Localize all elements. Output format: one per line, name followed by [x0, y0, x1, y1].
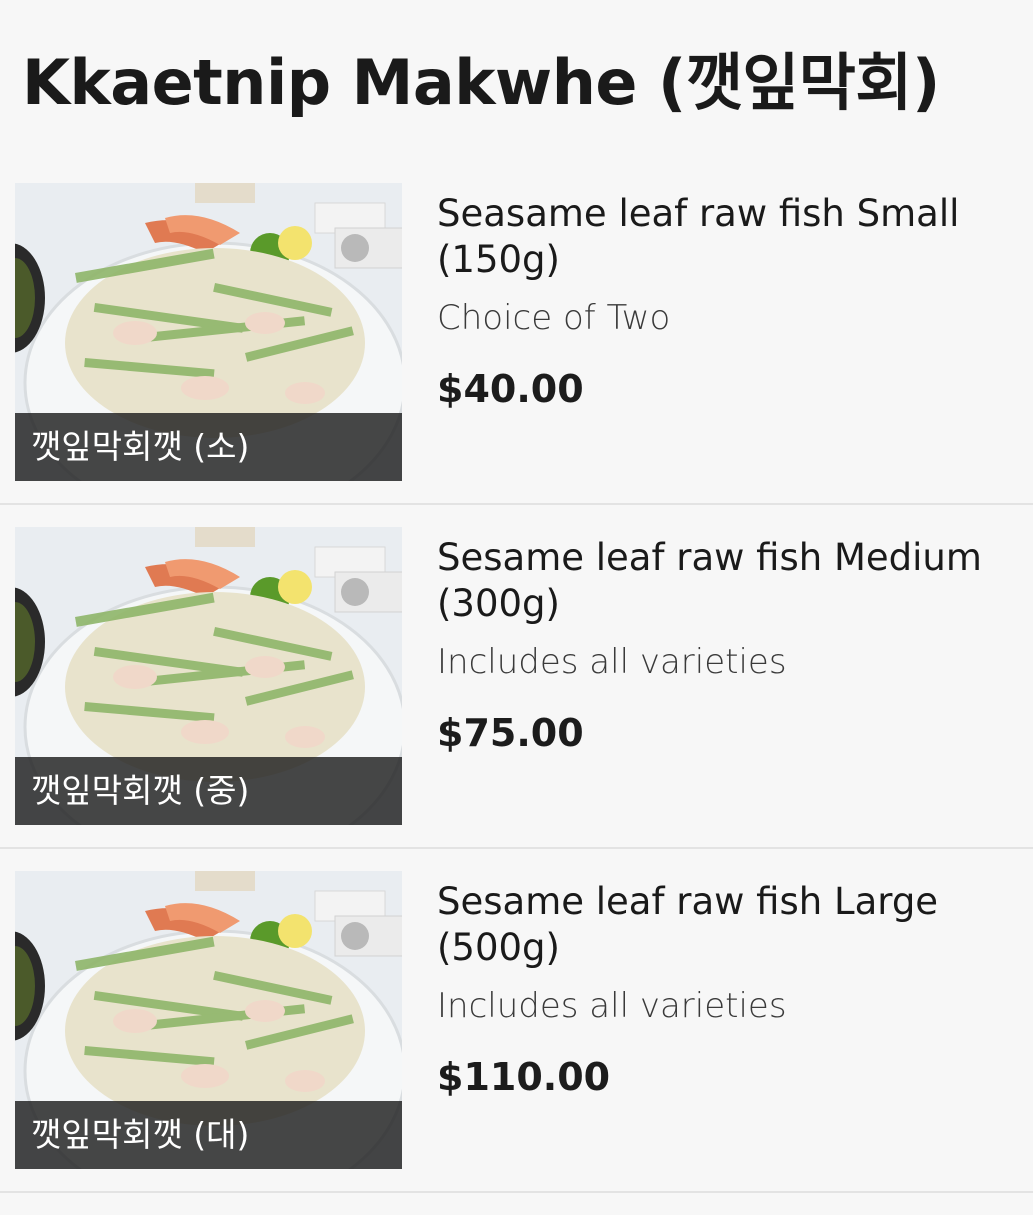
item-info: Sesame leaf raw fish Medium (300g) Inclu…: [437, 535, 1033, 755]
item-name[interactable]: Seasame leaf raw fish Small (150g): [437, 191, 1033, 283]
dish-photo[interactable]: 깻잎막회깻 (소): [15, 183, 402, 481]
dish-photo-caption: 깻잎막회깻 (중): [15, 757, 402, 825]
divider: [0, 503, 1033, 505]
dish-photo-caption: 깻잎막회깻 (소): [15, 413, 402, 481]
dish-photo-caption: 깻잎막회깻 (대): [15, 1101, 402, 1169]
item-description: Includes all varieties: [437, 642, 787, 682]
page-title: Kkaetnip Makwhe (깻잎막회): [22, 46, 940, 119]
dish-photo[interactable]: 깻잎막회깻 (중): [15, 527, 402, 825]
item-price: $75.00: [437, 711, 584, 755]
menu-item[interactable]: 깻잎막회깻 (중) Sesame leaf raw fish Medium (3…: [0, 527, 1033, 871]
menu-item[interactable]: 깻잎막회깻 (소) Seasame leaf raw fish Small (1…: [0, 183, 1033, 527]
item-price: $110.00: [437, 1055, 611, 1099]
menu-list: 깻잎막회깻 (소) Seasame leaf raw fish Small (1…: [0, 183, 1033, 1215]
item-name[interactable]: Sesame leaf raw fish Medium (300g): [437, 535, 1033, 627]
dish-photo[interactable]: 깻잎막회깻 (대): [15, 871, 402, 1169]
item-description: Choice of Two: [437, 298, 671, 338]
menu-item[interactable]: 깻잎막회깻 (대) Sesame leaf raw fish Large (50…: [0, 871, 1033, 1215]
item-description: Includes all varieties: [437, 986, 787, 1026]
divider: [0, 847, 1033, 849]
item-price: $40.00: [437, 367, 584, 411]
item-name[interactable]: Sesame leaf raw fish Large (500g): [437, 879, 1033, 971]
divider: [0, 1191, 1033, 1193]
item-info: Seasame leaf raw fish Small (150g) Choic…: [437, 191, 1033, 411]
item-info: Sesame leaf raw fish Large (500g) Includ…: [437, 879, 1033, 1099]
